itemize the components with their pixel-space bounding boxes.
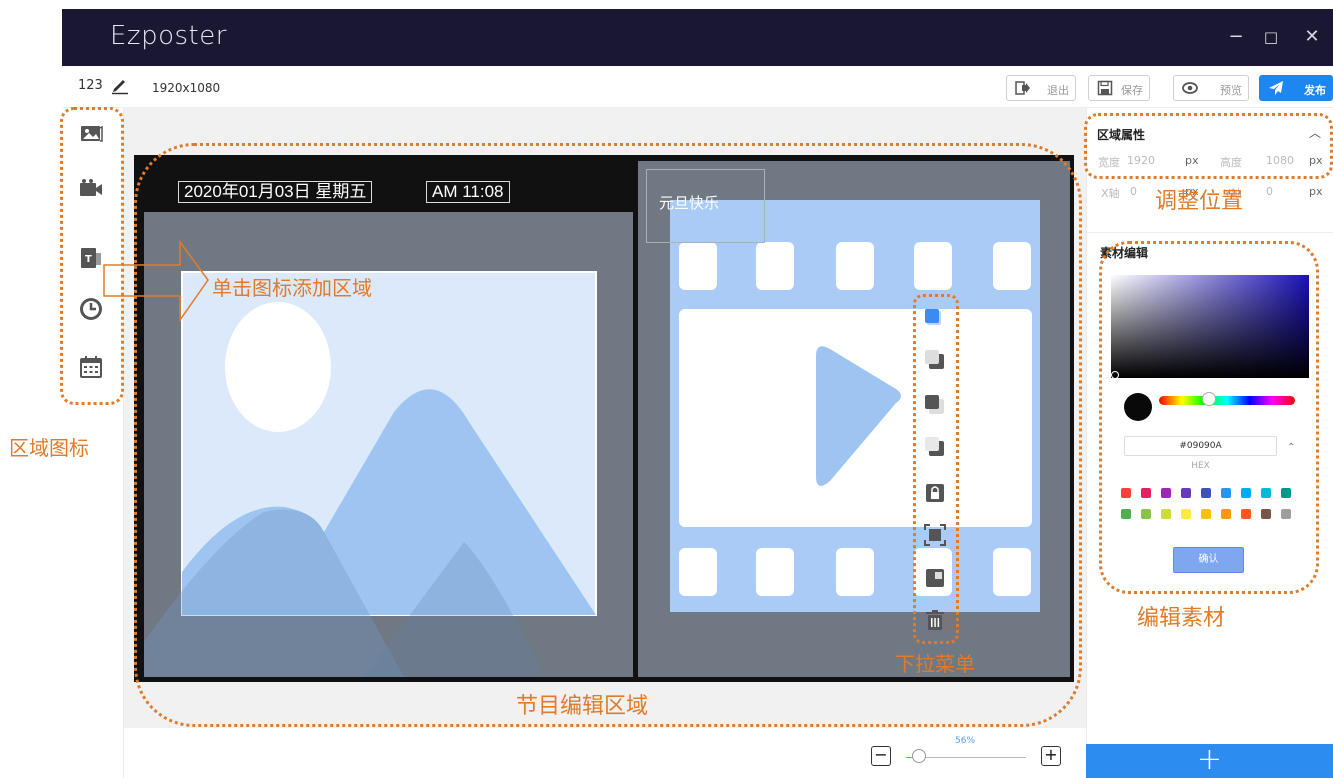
annotation-program-edit-area: 节目编辑区域 <box>516 694 649 719</box>
annotation-box-menu <box>913 294 959 644</box>
save-label: 保存 <box>1121 84 1143 97</box>
toolbar: 123 1920x1080 退出 保存 预览 发布 <box>62 66 1333 108</box>
annotation-box-position <box>1084 113 1333 179</box>
save-icon <box>1097 80 1113 96</box>
zoom-in-button[interactable]: + <box>1041 746 1061 766</box>
resolution-label: 1920x1080 <box>152 81 221 95</box>
annotation-click-to-add: 单击图标添加区域 <box>212 276 372 300</box>
y-input[interactable]: 0 <box>1266 185 1273 198</box>
divider <box>1087 232 1333 233</box>
maximize-button[interactable]: □ <box>1256 22 1286 52</box>
zoom-value: 56% <box>955 736 976 746</box>
annotation-region-icons: 区域图标 <box>9 436 89 460</box>
x-input[interactable]: 0 <box>1130 185 1137 198</box>
app-logo: Ezposter <box>110 21 227 51</box>
preview-button[interactable]: 预览 <box>1173 75 1249 101</box>
exit-icon <box>1015 81 1030 95</box>
minimize-button[interactable]: − <box>1221 22 1251 52</box>
edit-icon[interactable] <box>110 75 130 95</box>
annotation-adjust-position: 调整位置 <box>1155 189 1244 214</box>
project-name: 123 <box>78 78 103 93</box>
eye-icon <box>1182 82 1198 94</box>
send-icon <box>1269 81 1283 95</box>
preview-label: 预览 <box>1220 84 1242 97</box>
app-root: Ezposter − □ ✕ 123 1920x1080 退出 保存 预览 发布… <box>0 0 1333 778</box>
x-label: X轴 <box>1101 187 1120 200</box>
annotation-dropdown-menu: 下拉菜单 <box>895 652 975 676</box>
annotation-box-material <box>1099 241 1319 594</box>
annotation-arrow-icon <box>103 239 209 323</box>
add-button[interactable]: + <box>1086 744 1333 778</box>
exit-button[interactable]: 退出 <box>1006 75 1076 101</box>
annotation-edit-material: 编辑素材 <box>1137 606 1226 631</box>
exit-label: 退出 <box>1047 84 1069 97</box>
save-button[interactable]: 保存 <box>1088 75 1150 101</box>
y-unit: px <box>1309 185 1323 198</box>
close-button[interactable]: ✕ <box>1297 22 1327 52</box>
zoom-out-button[interactable]: − <box>871 746 891 766</box>
publish-label: 发布 <box>1304 84 1326 97</box>
zoom-handle[interactable] <box>912 749 927 763</box>
publish-button[interactable]: 发布 <box>1259 75 1333 101</box>
title-bar: Ezposter − □ ✕ <box>62 9 1333 66</box>
